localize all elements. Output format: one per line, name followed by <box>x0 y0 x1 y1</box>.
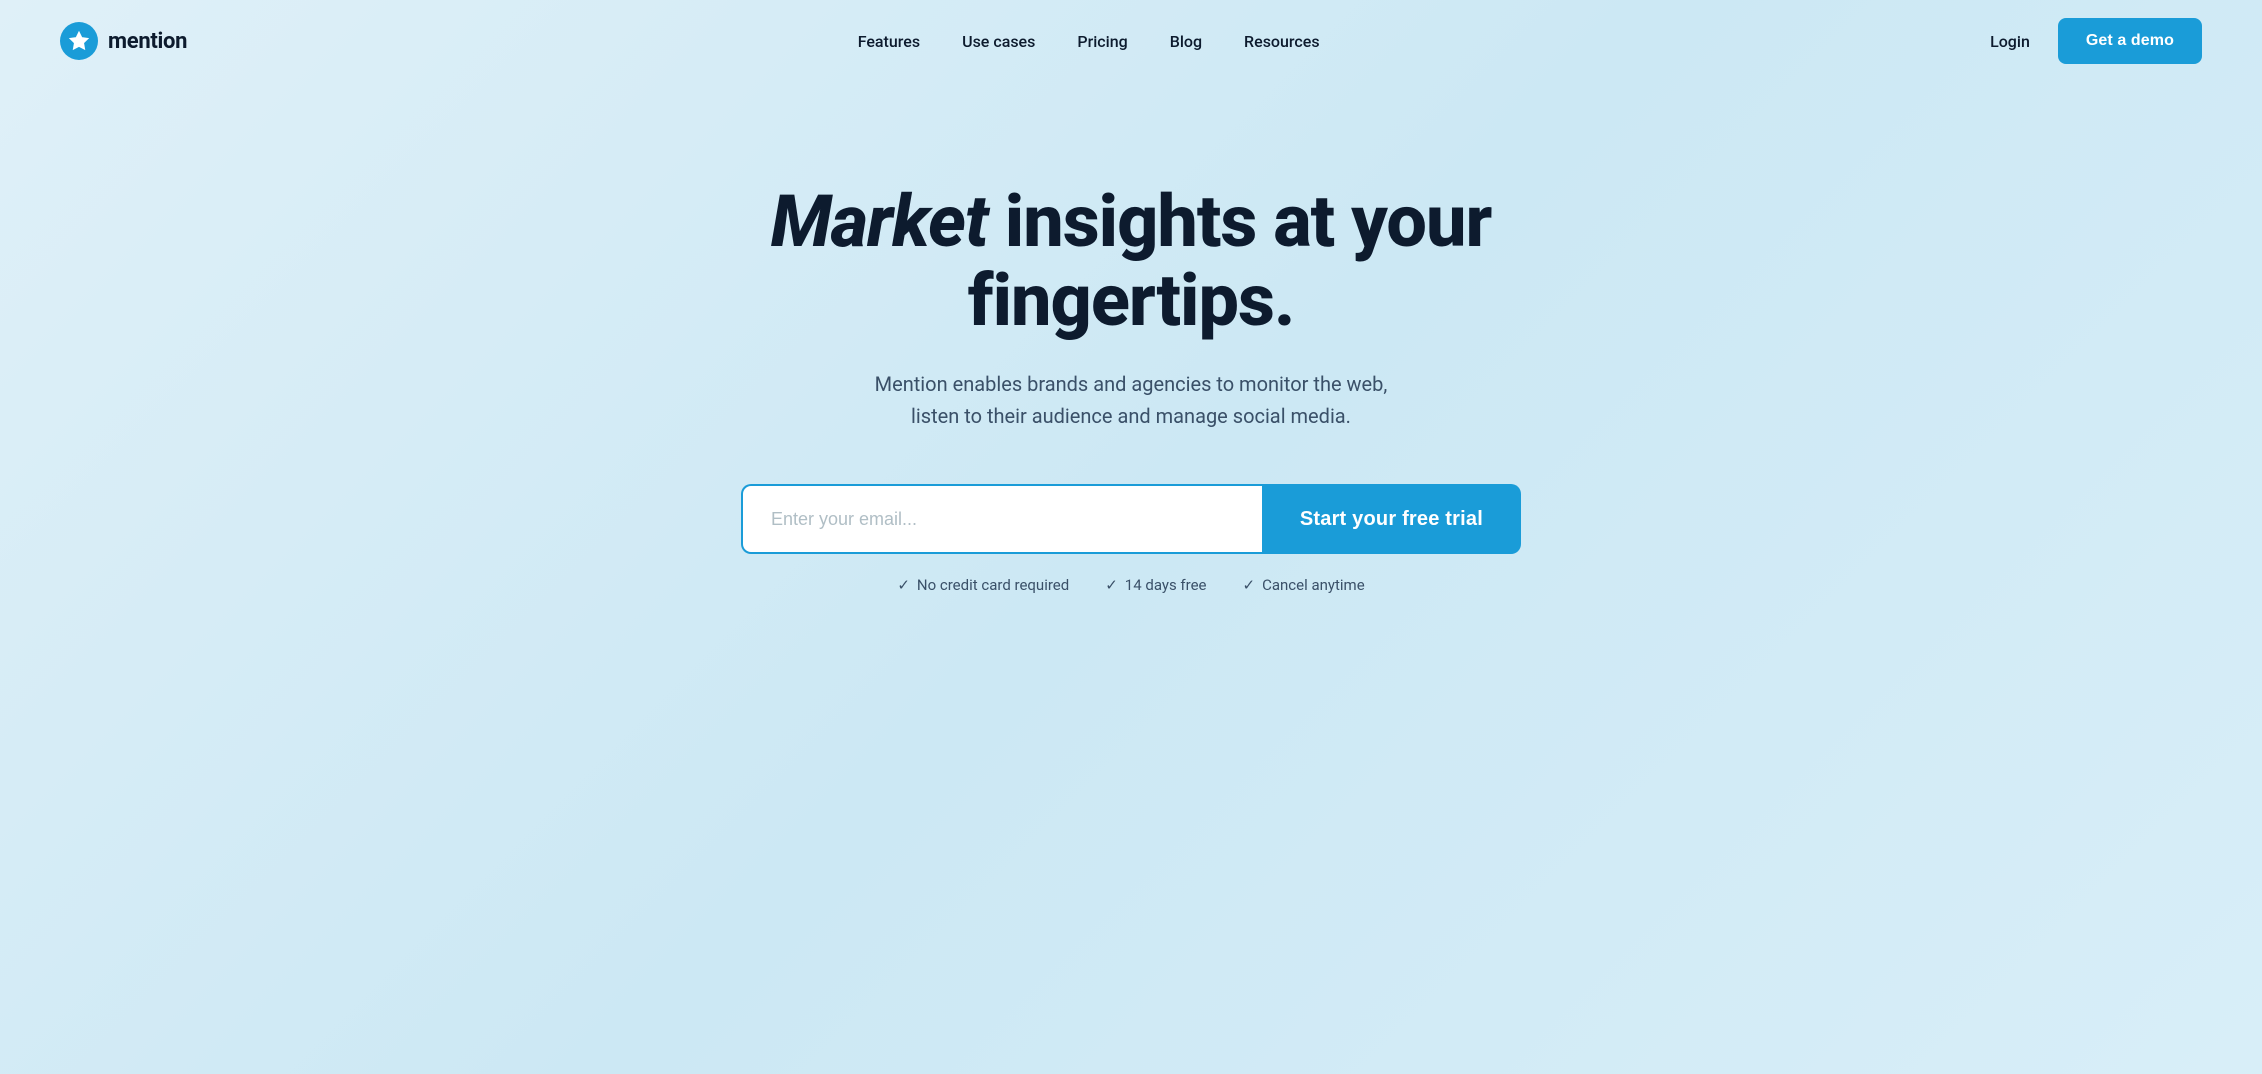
email-form: Start your free trial <box>741 484 1521 554</box>
trust-label-3: Cancel anytime <box>1262 576 1365 594</box>
trust-badges: ✓ No credit card required ✓ 14 days free… <box>897 576 1364 594</box>
trust-label-1: No credit card required <box>917 576 1069 594</box>
brand-name: mention <box>108 29 187 54</box>
nav-item-features[interactable]: Features <box>858 32 920 51</box>
email-input[interactable] <box>741 484 1262 554</box>
trust-item-1: ✓ No credit card required <box>897 576 1069 594</box>
trust-label-2: 14 days free <box>1125 576 1207 594</box>
nav-right: Login Get a demo <box>1990 18 2202 64</box>
check-icon-3: ✓ <box>1243 576 1256 594</box>
hero-title-italic: Market <box>771 179 988 264</box>
check-icon-2: ✓ <box>1105 576 1118 594</box>
login-link[interactable]: Login <box>1990 32 2030 51</box>
nav-item-pricing[interactable]: Pricing <box>1077 32 1127 51</box>
logo-link[interactable]: mention <box>60 22 187 60</box>
hero-title-rest: insights at your fingertips. <box>968 179 1492 343</box>
start-trial-button[interactable]: Start your free trial <box>1262 484 1521 554</box>
nav-item-resources[interactable]: Resources <box>1244 32 1320 51</box>
nav-item-use-cases[interactable]: Use cases <box>962 32 1035 51</box>
logo-icon <box>60 22 98 60</box>
hero-section: Market insights at your fingertips. Ment… <box>0 82 2262 674</box>
navbar: mention Features Use cases Pricing Blog … <box>0 0 2262 82</box>
get-demo-button[interactable]: Get a demo <box>2058 18 2202 64</box>
check-icon-1: ✓ <box>897 576 910 594</box>
hero-title: Market insights at your fingertips. <box>681 182 1581 340</box>
nav-links: Features Use cases Pricing Blog Resource… <box>858 32 1320 51</box>
trust-item-2: ✓ 14 days free <box>1105 576 1206 594</box>
nav-item-blog[interactable]: Blog <box>1170 32 1202 51</box>
trust-item-3: ✓ Cancel anytime <box>1243 576 1365 594</box>
hero-subtitle: Mention enables brands and agencies to m… <box>851 368 1411 432</box>
